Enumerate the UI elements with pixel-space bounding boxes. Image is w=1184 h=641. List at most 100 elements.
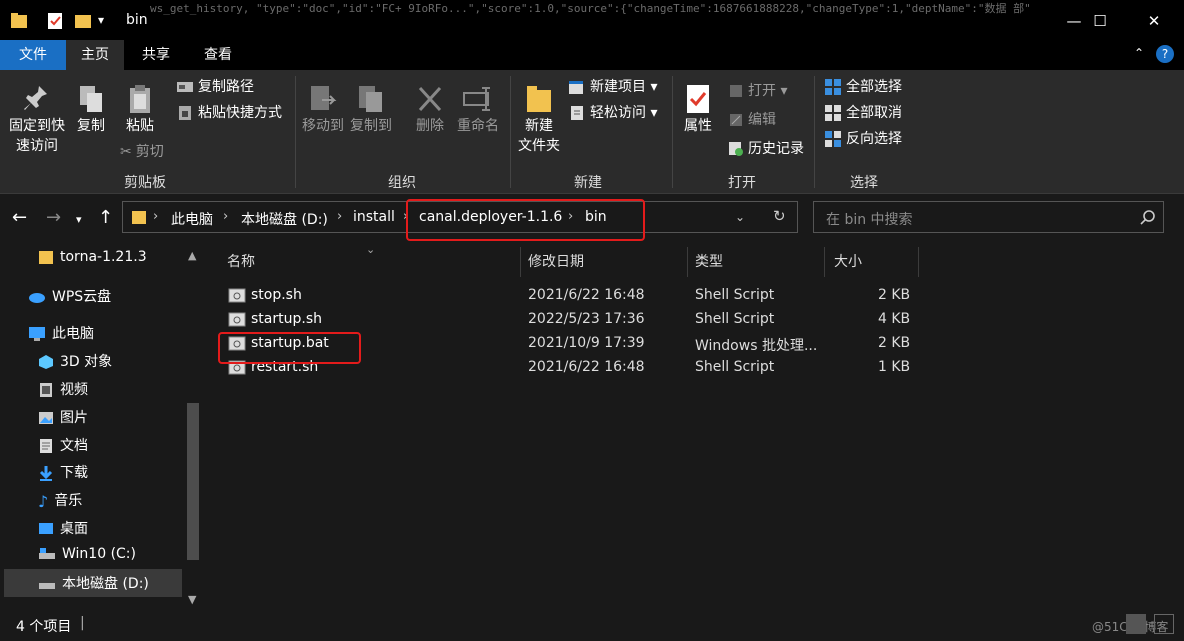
drive-icon: [39, 583, 55, 589]
tab-share[interactable]: 共享: [128, 40, 184, 70]
file-row[interactable]: startup.bat 2021/10/9 17:39 Windows 批处理.…: [206, 332, 926, 356]
breadcrumb-bin[interactable]: bin: [585, 209, 607, 225]
column-header-date[interactable]: 修改日期: [528, 251, 584, 271]
new-folder-icon[interactable]: [74, 12, 92, 30]
document-icon: [40, 439, 52, 453]
cut-button[interactable]: ✂ 剪切: [120, 141, 164, 163]
tab-home[interactable]: 主页: [66, 40, 124, 70]
scroll-up-icon[interactable]: ▲: [188, 249, 196, 262]
nav-scrollbar-thumb[interactable]: [187, 403, 199, 560]
file-row[interactable]: startup.sh 2022/5/23 17:36 Shell Script …: [206, 308, 926, 332]
copy-to-button[interactable]: 复制到: [348, 84, 394, 136]
folder-icon: [39, 251, 53, 264]
help-icon[interactable]: ?: [1156, 45, 1174, 63]
copy-button[interactable]: 复制: [74, 84, 108, 136]
cut-label: 剪切: [135, 144, 164, 160]
open-button[interactable]: 打开 ▾: [728, 80, 787, 102]
file-row[interactable]: restart.sh 2021/6/22 16:48 Shell Script …: [206, 356, 926, 380]
address-dropdown-icon[interactable]: ⌄: [735, 210, 745, 224]
move-to-button[interactable]: 移动到: [300, 84, 346, 136]
search-input[interactable]: 在 bin 中搜索: [813, 201, 1164, 233]
customize-toolbar-icon[interactable]: ▾: [98, 13, 104, 27]
new-item-button[interactable]: 新建项目 ▾: [568, 76, 657, 98]
search-placeholder: 在 bin 中搜索: [826, 212, 913, 228]
address-bar[interactable]: › 此电脑 › 本地磁盘 (D:) › install › canal.depl…: [122, 201, 798, 233]
file-type: Shell Script: [695, 311, 775, 327]
open-icon: [730, 85, 742, 97]
collapse-ribbon-icon[interactable]: ⌃: [1134, 46, 1144, 60]
file-size: 2 KB: [878, 287, 911, 303]
tab-view[interactable]: 查看: [190, 40, 246, 70]
nav-item-videos[interactable]: 视频: [38, 379, 88, 399]
properties-button[interactable]: 属性: [678, 84, 718, 136]
column-divider[interactable]: [824, 247, 825, 277]
recent-locations-icon[interactable]: ▾: [76, 213, 82, 226]
edit-button[interactable]: 编辑: [728, 109, 776, 131]
copy-path-button[interactable]: 复制路径: [176, 76, 254, 98]
item-count: 4 个项目: [16, 619, 72, 635]
file-name: stop.sh: [251, 287, 302, 303]
breadcrumb-canal-deployer[interactable]: canal.deployer-1.1.6: [419, 209, 562, 225]
select-all-button[interactable]: 全部选择: [824, 76, 902, 98]
nav-item-pictures[interactable]: 图片: [38, 407, 88, 427]
nav-item-c-drive[interactable]: Win10 (C:): [38, 546, 136, 562]
file-name: startup.bat: [251, 335, 329, 351]
cube-icon: [39, 355, 53, 369]
script-file-icon: [228, 312, 246, 327]
cloud-icon: [29, 293, 45, 303]
pin-label-1: 固定到快: [9, 118, 65, 134]
scroll-down-icon[interactable]: ▼: [188, 593, 196, 606]
maximize-button[interactable]: ☐: [1080, 8, 1120, 34]
close-button[interactable]: ✕: [1134, 8, 1174, 34]
tab-file[interactable]: 文件: [0, 40, 66, 70]
nav-item-this-pc[interactable]: 此电脑: [28, 323, 94, 343]
rename-button[interactable]: 重命名: [454, 84, 502, 136]
column-divider[interactable]: [918, 247, 919, 277]
easy-access-label: 轻松访问: [590, 105, 646, 121]
large-icons-view-icon[interactable]: [1154, 614, 1174, 634]
rename-icon: [463, 87, 490, 111]
select-none-label: 全部取消: [846, 105, 902, 121]
history-button[interactable]: 历史记录: [728, 138, 804, 160]
pin-icon: [24, 86, 47, 110]
up-arrow-icon[interactable]: ↑: [98, 207, 113, 228]
easy-access-button[interactable]: 轻松访问 ▾: [568, 102, 657, 124]
select-all-label: 全部选择: [846, 79, 902, 95]
forward-arrow-icon[interactable]: →: [46, 207, 61, 228]
nav-item-music[interactable]: ♪ 音乐: [38, 490, 82, 511]
nav-item-d-drive[interactable]: 本地磁盘 (D:): [38, 573, 149, 593]
refresh-icon[interactable]: ↻: [773, 207, 786, 225]
pin-quick-access-button[interactable]: 固定到快 速访问: [6, 84, 68, 156]
new-folder-button[interactable]: 新建 文件夹: [515, 84, 563, 156]
details-view-icon[interactable]: [1126, 614, 1146, 634]
file-date: 2021/6/22 16:48: [528, 359, 645, 375]
column-header-type[interactable]: 类型: [695, 251, 723, 271]
nav-item-3d-objects[interactable]: 3D 对象: [38, 351, 112, 371]
rename-label: 重命名: [457, 118, 499, 134]
title-bar: ws_get_history, "type":"doc","id":"FC+ 9…: [0, 0, 1184, 40]
breadcrumb-install[interactable]: install: [353, 209, 395, 225]
nav-item-label: torna-1.21.3: [60, 249, 147, 265]
column-divider[interactable]: [520, 247, 521, 277]
column-header-size[interactable]: 大小: [834, 251, 862, 271]
file-type: Shell Script: [695, 359, 775, 375]
select-none-button[interactable]: 全部取消: [824, 102, 902, 124]
properties-icon[interactable]: [46, 12, 64, 30]
nav-item-torna[interactable]: torna-1.21.3: [38, 249, 147, 265]
nav-item-desktop[interactable]: 桌面: [38, 518, 88, 538]
file-row[interactable]: stop.sh 2021/6/22 16:48 Shell Script 2 K…: [206, 284, 926, 308]
breadcrumb-d-drive[interactable]: 本地磁盘 (D:): [241, 209, 328, 229]
delete-button[interactable]: 删除: [410, 84, 450, 136]
invert-selection-button[interactable]: 反向选择: [824, 128, 902, 150]
column-divider[interactable]: [687, 247, 688, 277]
back-arrow-icon[interactable]: ←: [12, 207, 27, 228]
clipboard-group-label: 剪贴板: [124, 175, 166, 191]
file-type: Windows 批处理...: [695, 338, 818, 354]
paste-shortcut-button[interactable]: 粘贴快捷方式: [176, 102, 282, 124]
nav-item-documents[interactable]: 文档: [38, 435, 88, 455]
breadcrumb-this-pc[interactable]: 此电脑: [171, 209, 213, 229]
nav-item-wps-cloud[interactable]: WPS云盘: [28, 286, 111, 306]
paste-button[interactable]: 粘贴: [122, 84, 158, 136]
column-header-name[interactable]: 名称: [227, 251, 255, 271]
nav-item-downloads[interactable]: 下载: [38, 462, 88, 482]
